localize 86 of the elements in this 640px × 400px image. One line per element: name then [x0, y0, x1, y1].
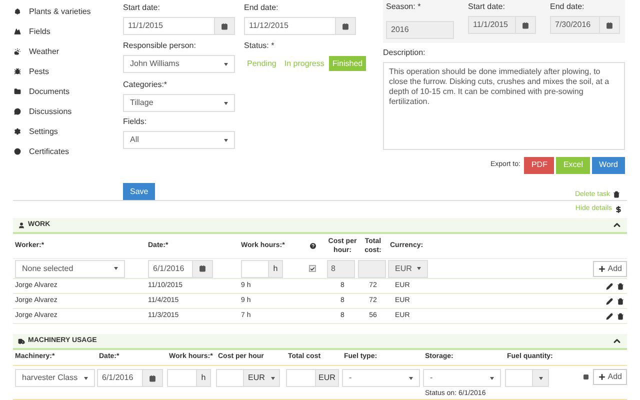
settings-icon: [14, 128, 21, 135]
total-cost-field[interactable]: [358, 260, 386, 278]
caret-icon: [409, 376, 413, 380]
date-field[interactable]: 11/12/2015: [244, 17, 356, 35]
edit-icon[interactable]: [606, 298, 613, 304]
sidebar-item[interactable]: Certificates: [14, 146, 123, 157]
select-field[interactable]: EUR: [388, 260, 428, 278]
edit-icon[interactable]: [606, 282, 613, 290]
save-button[interactable]: Save: [123, 183, 156, 200]
field-label: Start date:: [123, 2, 161, 14]
collapse-icon[interactable]: [612, 220, 622, 230]
calendar-icon: [149, 374, 156, 382]
sidebar-item[interactable]: Weather: [14, 46, 123, 57]
caret-icon: [224, 62, 228, 66]
folder-icon: [14, 88, 21, 95]
caret-icon: [417, 267, 421, 270]
checkbox[interactable]: [309, 265, 316, 272]
caret-icon: [538, 376, 542, 380]
edit-icon[interactable]: [606, 312, 613, 320]
calendar-icon: [606, 22, 613, 28]
cloud-sun-icon: [14, 48, 21, 55]
field-label: Responsible person:: [123, 40, 197, 52]
dollar-icon[interactable]: [615, 206, 622, 213]
tree-icon: [14, 8, 21, 15]
field-label: Fields:: [123, 116, 148, 128]
cost-field[interactable]: 8: [327, 260, 355, 278]
trash-icon[interactable]: [613, 191, 620, 198]
sidebar-item[interactable]: Discussions: [14, 106, 123, 117]
caret-icon: [490, 376, 494, 380]
select-field[interactable]: harvester Class: [15, 369, 95, 387]
date-field[interactable]: 6/1/2016: [148, 260, 213, 278]
sidebar-item[interactable]: Plants & varieties: [14, 6, 123, 17]
select-field[interactable]: -: [423, 369, 501, 387]
caret-icon: [224, 102, 228, 104]
help-icon[interactable]: [309, 242, 317, 250]
plus-icon: [598, 373, 606, 381]
field-label: Season: *: [386, 1, 422, 13]
collapse-icon[interactable]: [612, 336, 622, 346]
description-field[interactable]: This operation should be done immediately after plowing, to close the furrow. Disking cuts, crushes and mixes the soil, at a depth of 10-15 cm. It can be combined with pre-sowing fertilization.: [383, 62, 625, 150]
hours-field[interactable]: h: [241, 260, 283, 278]
export-button[interactable]: PDF: [524, 156, 554, 174]
date-field[interactable]: 7/30/2016: [550, 16, 620, 34]
caret-icon: [271, 376, 275, 380]
add-button[interactable]: Add: [592, 369, 627, 385]
date-field[interactable]: 11/1/2015: [468, 16, 536, 34]
hours-field[interactable]: h: [167, 369, 211, 387]
date-field[interactable]: 11/1/2015: [123, 17, 235, 35]
export-button[interactable]: Word: [592, 156, 625, 174]
total-cost-field[interactable]: EUR: [286, 369, 339, 387]
field-label: Description:: [383, 47, 426, 59]
trash-icon[interactable]: [617, 282, 624, 290]
select-field[interactable]: Tillage: [123, 94, 235, 112]
calendar-icon: [221, 22, 228, 30]
season-field[interactable]: 2016: [386, 20, 454, 38]
sidebar-item[interactable]: Fields: [14, 26, 123, 37]
sidebar-item[interactable]: Documents: [14, 86, 123, 97]
field-label: Categories:*: [123, 79, 168, 91]
user-icon: [18, 222, 25, 228]
calendar-icon: [342, 22, 349, 30]
plus-icon: [598, 264, 606, 272]
fuel-quantity-field[interactable]: [505, 369, 549, 387]
field-label: End date:: [244, 2, 280, 14]
calendar-icon: [199, 265, 206, 272]
caret-icon: [84, 376, 88, 380]
bug-icon: [14, 68, 21, 75]
caret-icon: [224, 138, 228, 142]
date-field[interactable]: 6/1/2016: [97, 369, 163, 387]
caret-icon: [114, 267, 118, 270]
circle-icon: [14, 148, 21, 155]
chat-bubble-icon: [14, 108, 21, 115]
sidebar-item[interactable]: Pests: [14, 66, 123, 77]
select-field[interactable]: All: [123, 131, 235, 149]
square-icon[interactable]: [582, 374, 589, 380]
field-label: Status: *: [244, 40, 276, 52]
field-label: End date:: [550, 1, 586, 13]
trash-icon[interactable]: [617, 312, 624, 320]
calendar-icon: [522, 22, 529, 28]
add-button[interactable]: Add: [592, 260, 627, 276]
trash-icon[interactable]: [617, 298, 624, 304]
sidebar-item[interactable]: Settings: [14, 126, 123, 137]
field-label: Start date:: [468, 1, 506, 13]
select-field[interactable]: John Williams: [123, 55, 235, 73]
select-field[interactable]: -: [342, 369, 420, 387]
select-field[interactable]: None selected: [15, 260, 125, 278]
cost-field[interactable]: EUR: [216, 369, 280, 387]
truck-icon: [18, 338, 25, 344]
